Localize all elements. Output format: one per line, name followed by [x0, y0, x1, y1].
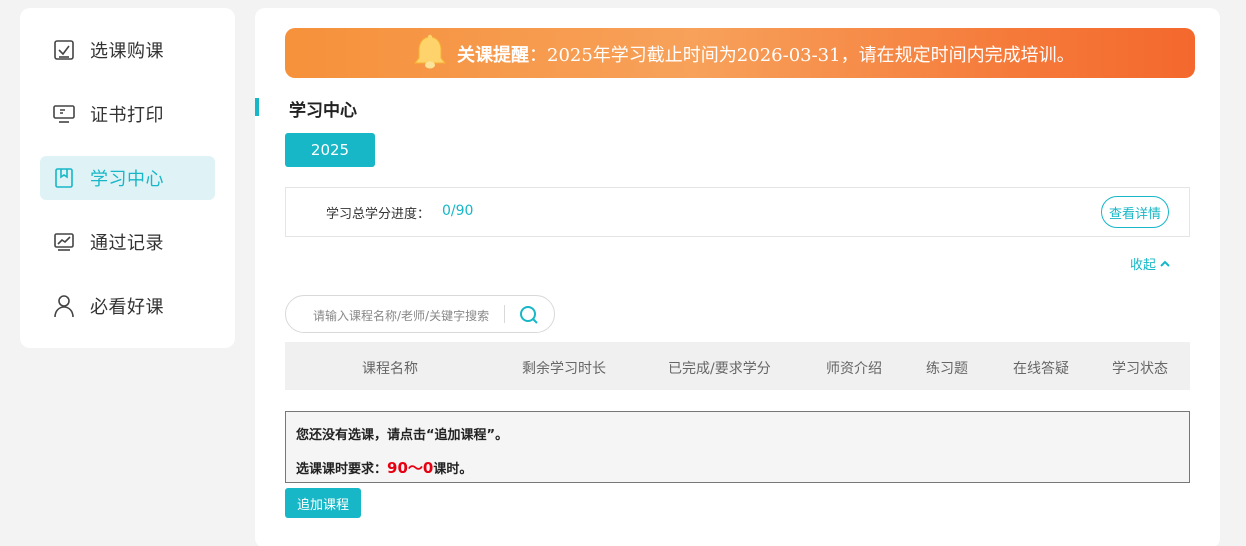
- progress-value: 0/90: [442, 203, 474, 219]
- add-course-button[interactable]: 追加课程: [285, 488, 361, 518]
- credit-progress-box: 学习总学分进度： 0/90 查看详情: [285, 187, 1190, 237]
- course-table-header: 课程名称 剩余学习时长 已完成/要求学分 师资介绍 练习题 在线答疑 学习状态: [285, 342, 1190, 390]
- chevron-up-icon: [1160, 260, 1170, 267]
- search-divider: [504, 305, 505, 323]
- no-course-notice: 您还没有选课，请点击“追加课程”。 选课课时要求：90～0课时。: [285, 411, 1190, 483]
- sidebar-item-learning-center[interactable]: 学习中心: [40, 156, 215, 200]
- sidebar-item-label: 必看好课: [90, 297, 164, 318]
- sidebar: 选课购课 证书打印 学习中心 通过记录 必看好课: [20, 8, 235, 348]
- course-close-reminder-banner: 关课提醒：2025年学习截止时间为2026-03-31，请在规定时间内完成培训。: [285, 28, 1195, 78]
- sidebar-item-label: 证书打印: [90, 105, 164, 126]
- sidebar-item-label: 选课购课: [90, 41, 164, 62]
- monitor-icon: [52, 102, 76, 126]
- progress-label: 学习总学分进度：: [326, 207, 431, 222]
- column-header-teacher-intro: 师资介绍: [826, 361, 882, 377]
- notice-requirement-label: 选课课时要求：: [296, 462, 388, 477]
- collapse-label: 收起: [1130, 258, 1157, 273]
- column-header-study-status: 学习状态: [1112, 361, 1168, 377]
- user-icon: [52, 294, 76, 318]
- main-panel: 关课提醒：2025年学习截止时间为2026-03-31，请在规定时间内完成培训。…: [255, 8, 1220, 546]
- column-header-online-qa: 在线答疑: [1013, 361, 1069, 377]
- bookmark-book-icon: [52, 166, 76, 190]
- sidebar-item-label: 学习中心: [90, 169, 164, 190]
- column-header-course-name: 课程名称: [362, 361, 418, 377]
- sidebar-item-pass-records[interactable]: 通过记录: [40, 220, 215, 264]
- bell-icon: [413, 34, 447, 69]
- chart-icon: [52, 230, 76, 254]
- column-header-remaining-time: 剩余学习时长: [522, 361, 606, 377]
- column-header-credits: 已完成/要求学分: [668, 361, 771, 377]
- sidebar-item-certificate-print[interactable]: 证书打印: [40, 92, 215, 136]
- year-tab-button[interactable]: 2025: [285, 133, 375, 167]
- checklist-icon: [52, 38, 76, 62]
- column-header-exercises: 练习题: [926, 361, 968, 377]
- collapse-toggle[interactable]: 收起: [1130, 254, 1170, 273]
- notice-requirement-unit: 课时。: [433, 462, 473, 477]
- notice-line-1: 您还没有选课，请点击“追加课程”。: [296, 428, 509, 443]
- sidebar-item-course-selection[interactable]: 选课购课: [40, 28, 215, 72]
- sidebar-item-label: 通过记录: [90, 233, 164, 254]
- search-input[interactable]: 请输入课程名称/老师/关键字搜索: [313, 307, 489, 324]
- section-marker: [255, 98, 259, 116]
- view-details-button[interactable]: 查看详情: [1101, 196, 1169, 228]
- banner-message: ：2025年学习截止时间为2026-03-31，请在规定时间内完成培训。: [529, 45, 1075, 66]
- banner-title: 关课提醒: [457, 45, 529, 66]
- notice-requirement-range: 90～0: [387, 459, 434, 477]
- sidebar-item-must-see-courses[interactable]: 必看好课: [40, 284, 215, 328]
- search-box[interactable]: 请输入课程名称/老师/关键字搜索: [285, 295, 555, 333]
- search-icon[interactable]: [518, 304, 540, 326]
- page-title: 学习中心: [289, 101, 357, 121]
- notice-line-2: 选课课时要求：90～0课时。: [296, 457, 472, 478]
